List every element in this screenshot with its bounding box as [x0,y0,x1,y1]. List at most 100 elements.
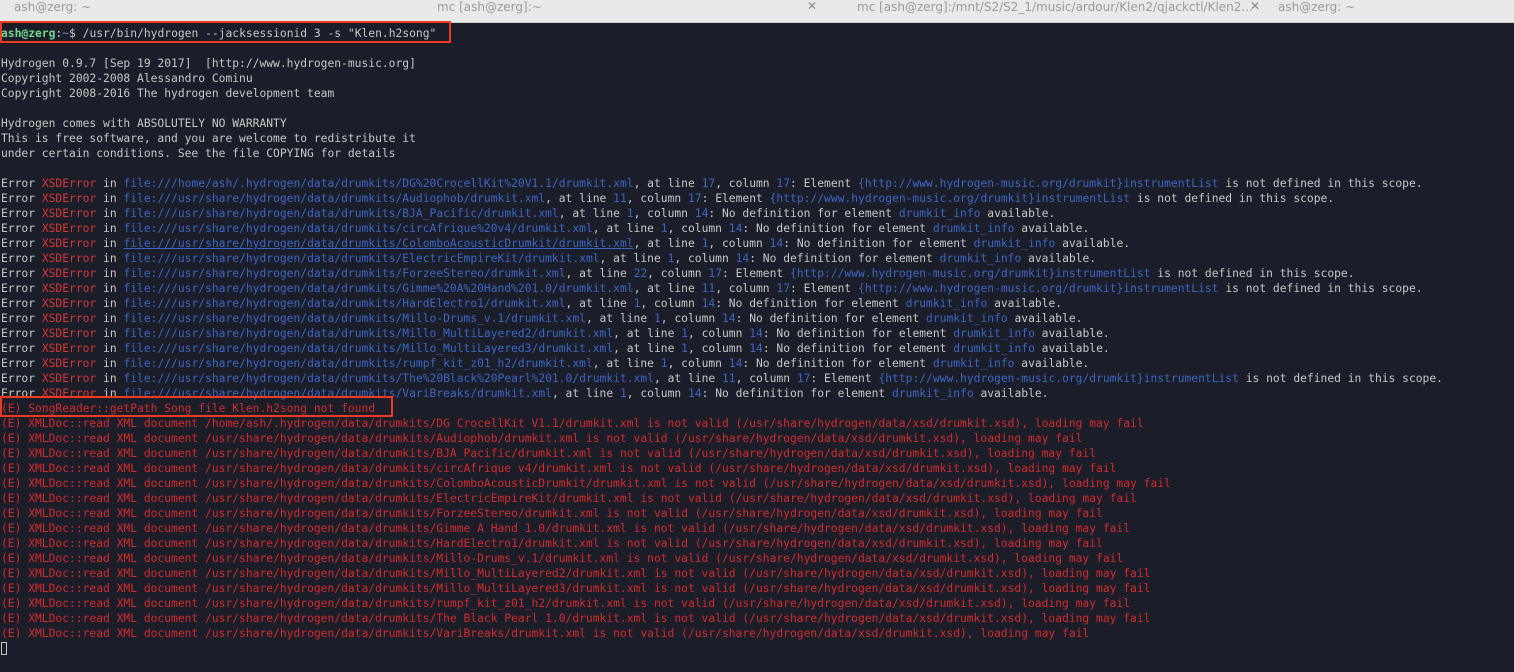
error-line: Error XSDError in file:///usr/share/hydr… [1,236,1130,251]
at-line-label: , at line [653,372,722,385]
xmldoc-path: /usr/share/hydrogen/data/drumkits/Millo_… [205,582,648,595]
terminal-output[interactable]: ash@zerg:~$ /usr/bin/hydrogen --jacksess… [0,24,1514,672]
file-link[interactable]: file:///usr/share/hydrogen/data/drumkits… [123,267,565,280]
line-number: 1 [619,387,627,400]
xmldoc-path: /usr/share/hydrogen/data/drumkits/HardEl… [205,537,600,550]
no-definition-label: : No definition for element [701,387,893,400]
error-label: Error [1,222,42,235]
xmldoc-prefix: (E) XMLDoc::read XML document [1,612,206,625]
xmldoc-path: /usr/share/hydrogen/data/drumkits/Colomb… [205,477,668,490]
element-label: : Element [790,177,859,190]
error-line: Error XSDError in file:///home/ash/.hydr… [1,176,1423,191]
file-link[interactable]: file:///usr/share/hydrogen/data/drumkits… [123,312,586,325]
tab-ash-zerg-1[interactable]: ash@zerg: ~ [14,0,234,22]
file-link[interactable]: file:///usr/share/hydrogen/data/drumkits… [123,222,592,235]
xsd-error-tag: XSDError [41,357,97,370]
column-number: 14 [722,312,736,325]
error-label: Error [1,267,42,280]
error-label: Error [1,192,42,205]
file-link[interactable]: file:///usr/share/hydrogen/data/drumkits… [123,207,558,220]
error-label: Error [1,177,42,190]
file-link[interactable]: file:///home/ash/.hydrogen/data/drumkits… [123,177,633,190]
close-icon[interactable]: ✕ [1250,0,1260,12]
line-number: 1 [653,312,661,325]
file-link[interactable]: file:///usr/share/hydrogen/data/drumkits… [123,372,654,385]
tab-bar: ash@zerg: ~ mc [ash@zerg]:~ ✕ mc [ash@ze… [0,0,1514,23]
not-defined-label: is not defined in this scope. [1218,177,1423,190]
line-number: 1 [681,342,688,355]
in-label: in [96,357,124,370]
column-number: 14 [701,297,716,310]
column-label: , column [660,312,722,325]
no-definition-label: : No definition for element [715,297,906,310]
in-label: in [96,327,124,340]
xmldoc-prefix: (E) XMLDoc::read XML document [1,597,206,610]
file-link[interactable]: file:///usr/share/hydrogen/data/drumkits… [123,237,633,250]
available-label: available. [1034,342,1110,355]
in-label: in [96,342,124,355]
no-definition-label: : No definition for element [735,312,927,325]
column-number: 14 [769,237,784,250]
column-number: 17 [776,282,791,295]
file-link[interactable]: file:///usr/share/hydrogen/data/drumkits… [123,252,599,265]
error-label: Error [1,207,42,220]
no-definition-label: : No definition for element [783,237,974,250]
file-link[interactable]: file:///usr/share/hydrogen/data/drumkits… [123,327,613,340]
available-label: available. [1014,357,1090,370]
xmldoc-error-line: (E) XMLDoc::read XML document /usr/share… [1,461,1116,476]
tab-label: mc [ash@zerg]:/mnt/S2/S2_1/music/ardour/… [857,0,1253,14]
close-icon[interactable]: ✕ [807,0,817,12]
xsd-error-tag: XSDError [41,237,97,250]
xmldoc-error-line: (E) XMLDoc::read XML document /usr/share… [1,431,1082,446]
at-line-label: , at line [613,342,682,355]
error-label: Error [1,342,42,355]
error-line: Error XSDError in file:///usr/share/hydr… [1,221,1089,236]
element-name: {http://www.hydrogen-music.org/drumkit}i… [858,177,1219,190]
at-line-label: , at line [585,312,654,325]
xmldoc-prefix: (E) XMLDoc::read XML document [1,492,206,505]
file-link[interactable]: file:///usr/share/hydrogen/data/drumkits… [123,282,633,295]
xmldoc-suffix: is not valid (/usr/share/hydrogen/data/x… [599,537,1103,550]
column-number: 17 [796,372,811,385]
at-line-label: , at line [551,387,620,400]
column-number: 14 [749,327,763,340]
error-label: Error [1,327,42,340]
banner-line: under certain conditions. See the file C… [1,147,396,160]
at-line-label: , at line [565,267,634,280]
xmldoc-prefix: (E) XMLDoc::read XML document [1,507,206,520]
xmldoc-error-line: (E) XMLDoc::read XML document /usr/share… [1,506,1103,521]
column-number: 14 [728,222,743,235]
xmldoc-prefix: (E) XMLDoc::read XML document [1,417,206,430]
at-line-label: , at line [545,192,614,205]
songreader-highlight-box [0,396,393,417]
in-label: in [96,282,124,295]
xsd-error-tag: XSDError [41,282,97,295]
xsd-error-tag: XSDError [41,267,97,280]
element-name: drumkit_info [953,327,1035,340]
file-link[interactable]: file:///usr/share/hydrogen/data/drumkits… [123,357,592,370]
element-name: drumkit_info [892,387,974,400]
tab-ash-zerg-2[interactable]: ash@zerg: ~ [1278,0,1478,22]
xmldoc-prefix: (E) XMLDoc::read XML document [1,582,206,595]
no-definition-label: : No definition for element [762,342,954,355]
error-line: Error XSDError in file:///usr/share/hydr… [1,266,1355,281]
column-label: , column [667,222,729,235]
column-label: , column [633,207,695,220]
no-definition-label: : No definition for element [762,327,954,340]
available-label: available. [987,297,1063,310]
in-label: in [96,207,124,220]
column-number: 17 [708,267,722,280]
tab-close-wrap: ✕ [1242,0,1260,22]
xmldoc-suffix: is not valid (/usr/share/hydrogen/data/x… [647,582,1151,595]
file-link[interactable]: file:///usr/share/hydrogen/data/drumkits… [123,342,613,355]
column-label: , column [667,357,729,370]
file-link[interactable]: file:///usr/share/hydrogen/data/drumkits… [123,192,545,205]
xsd-error-tag: XSDError [41,297,97,310]
tab-mc-klen2[interactable]: mc [ash@zerg]:/mnt/S2/S2_1/music/ardour/… [857,0,1257,22]
file-link[interactable]: file:///usr/share/hydrogen/data/drumkits… [123,297,565,310]
xmldoc-path: /usr/share/hydrogen/data/drumkits/Electr… [205,492,634,505]
tab-mc-home[interactable]: mc [ash@zerg]:~ ✕ [437,0,817,22]
banner-line: This is free software, and you are welco… [1,132,416,145]
line-number: 17 [701,177,716,190]
xmldoc-suffix: is not valid (/usr/share/hydrogen/data/x… [626,597,1131,610]
